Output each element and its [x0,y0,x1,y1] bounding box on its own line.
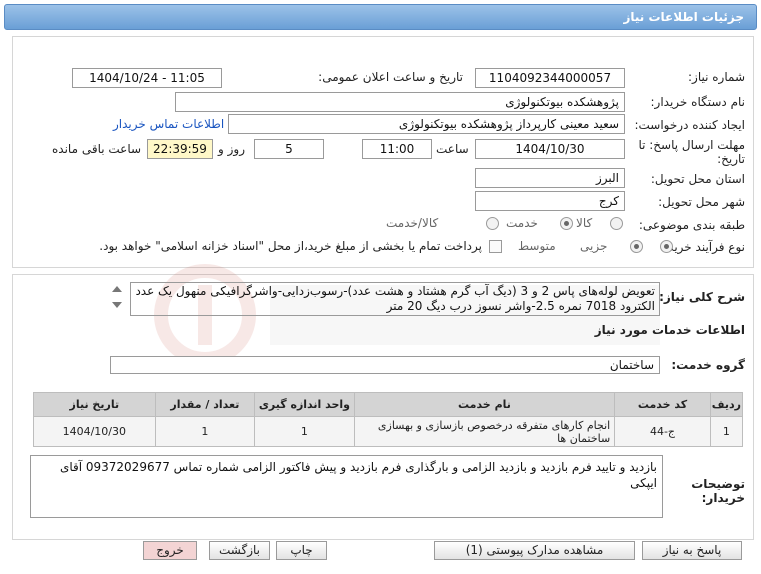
description-label: شرح کلی نیاز: [659,290,745,304]
col-quantity: تعداد / مقدار [154,392,256,417]
description-text: تعویض لوله‌های پاس 2 و 3 (دیگ آب گرم هشت… [130,282,660,316]
remaining-time-field: 22:39:59 [147,139,213,159]
buyer-org-field: پژوهشکده بیوتکنولوژی [175,92,625,112]
announce-datetime-label: تاریخ و ساعت اعلان عمومی: [318,70,463,84]
back-button[interactable]: بازگشت [209,541,270,560]
need-number-field: 1104092344000057 [475,68,625,88]
remaining-days-field: 5 [254,139,324,159]
deadline-label: مهلت ارسال پاسخ: تا [638,138,745,152]
days-label: روز و [218,142,245,156]
requester-field: سعید معینی کارپرداز پژوهشکده بیوتکنولوژی [228,114,625,134]
print-button[interactable]: چاپ [276,541,327,560]
category-goods-label: کالا [576,216,593,230]
deadline-time-label: ساعت [436,142,469,156]
services-table: ردیف کد خدمت نام خدمت واحد اندازه گیری ت… [33,392,744,447]
col-unit: واحد اندازه گیری [254,392,355,417]
services-table-header: ردیف کد خدمت نام خدمت واحد اندازه گیری ت… [33,392,744,417]
need-date: 1404/10/30 [33,416,156,447]
deadline-time-field: 11:00 [362,139,432,159]
category-label: طبقه بندی موضوعی: [638,218,745,232]
unit: 1 [254,416,355,447]
col-row-number: ردیف [709,392,744,417]
quantity: 1 [154,416,256,447]
purchase-minor-label: جزیی [580,239,608,253]
deadline-label-date: تاریخ: [717,152,745,166]
city-label: شهر محل تحویل: [658,195,745,209]
treasury-note: پرداخت تمام یا بخشی از مبلغ خرید،از محل … [99,239,482,253]
category-goods-service-label: کالا/خدمت [386,216,439,230]
description-scroll-arrows-icon[interactable] [110,283,124,311]
deadline-date-field: 1404/10/30 [475,139,625,159]
buyer-notes-text: بازدید و تایید فرم بازدید و بازدید الزام… [30,455,663,518]
category-service-label: خدمت [506,216,538,230]
service-group-field: ساختمان [110,356,660,374]
reply-button[interactable]: پاسخ به نیاز [642,541,742,560]
view-attachments-button[interactable]: مشاهده مدارک پیوستی (1) [434,541,635,560]
need-number-label: شماره نیاز: [688,70,745,84]
buyer-contact-link[interactable]: اطلاعات تماس خریدار [113,117,224,131]
remaining-time-label: ساعت باقی مانده [52,142,142,156]
city-field: کرج [475,191,625,211]
announce-datetime-field: 1404/10/24 - 11:05 [72,68,222,88]
buyer-notes-label: توضیحات [691,477,745,491]
buyer-notes-label-2: خریدار: [701,491,745,505]
col-service-code: کد خدمت [614,392,711,417]
requester-label: ایجاد کننده درخواست: [634,118,745,132]
treasury-checkbox[interactable] [489,240,502,253]
purchase-medium-label: متوسط [518,239,556,253]
province-label: استان محل تحویل: [650,172,745,186]
services-section-title: اطلاعات خدمات مورد نیاز [594,323,745,337]
row-number: 1 [709,416,744,447]
table-row: 1 ج-44 انجام کارهای متفرقه درخصوص بازساز… [33,416,744,447]
service-code: ج-44 [614,416,711,447]
exit-button[interactable]: خروج [143,541,197,560]
buyer-org-label: نام دستگاه خریدار: [650,95,746,109]
page-header: جزئیات اطلاعات نیاز [4,4,757,30]
province-field: البرز [475,168,625,188]
category-goods-service-radio[interactable] [485,217,499,230]
category-service-radio[interactable] [559,217,573,230]
col-service-name: نام خدمت [353,392,616,417]
category-goods-radio[interactable] [610,217,623,230]
col-need-date: تاریخ نیاز [33,392,156,417]
service-group-label: گروه خدمت: [671,358,745,372]
page-title: جزئیات اطلاعات نیاز [623,10,744,24]
service-name: انجام کارهای متفرقه درخصوص بازسازی و بهس… [353,416,616,447]
